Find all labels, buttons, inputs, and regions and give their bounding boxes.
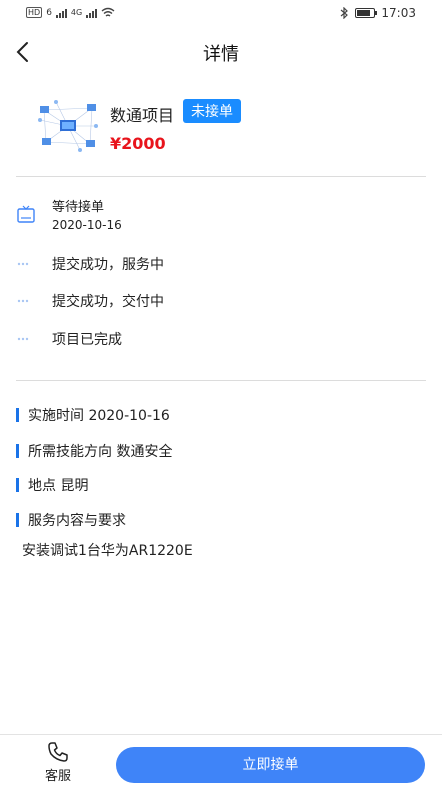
sim-indicator: 6 — [46, 7, 52, 18]
detail-row-text: 实施时间 2020-10-16 — [28, 405, 170, 425]
product-summary: 数通项目 未接单 ¥2000 — [36, 96, 416, 162]
phone-icon — [48, 742, 68, 762]
detail-label: 实施时间 — [28, 408, 84, 424]
service-description: 安装调试1台华为AR1220E — [22, 543, 193, 559]
monitor-icon — [17, 205, 35, 223]
detail-value: 2020-10-16 — [88, 408, 170, 424]
timeline-step-label: 提交成功，交付中 — [52, 294, 164, 310]
customer-service-button[interactable]: 客服 — [38, 739, 78, 789]
clock: 17:03 — [381, 6, 416, 20]
timeline-step-label: 提交成功，服务中 — [52, 257, 164, 273]
divider — [16, 380, 426, 381]
dots-icon — [17, 299, 29, 303]
status-indicators: HD 6 4G — [26, 7, 115, 18]
detail-location: 地点 昆明 — [16, 474, 416, 496]
detail-label: 所需技能方向 — [28, 444, 112, 460]
timeline-current-title: 等待接单 — [52, 200, 105, 215]
detail-content: 服务内容与要求 — [16, 509, 416, 531]
accept-order-button[interactable]: 立即接单 — [116, 747, 425, 783]
header: 详情 — [0, 28, 442, 76]
detail-implementation-time: 实施时间 2020-10-16 — [16, 404, 416, 426]
timeline-current-date: 2020-10-16 — [52, 218, 122, 232]
section-marker — [16, 513, 19, 527]
bluetooth-icon — [341, 7, 349, 19]
timeline-step-label: 项目已完成 — [52, 332, 122, 348]
detail-label: 服务内容与要求 — [28, 513, 126, 529]
network-diagram-thumbnail — [36, 96, 100, 152]
detail-value: 数通安全 — [116, 444, 173, 460]
dots-icon — [17, 262, 29, 266]
customer-service-label: 客服 — [44, 769, 71, 784]
signal-icon-2 — [86, 8, 98, 18]
page-title: 详情 — [203, 44, 239, 65]
detail-skill: 所需技能方向 数通安全 — [16, 440, 416, 462]
detail-row-text: 地点 昆明 — [28, 475, 88, 495]
price: ¥2000 — [110, 134, 166, 153]
battery-level — [357, 10, 371, 16]
bottom-action-bar: 客服 立即接单 — [0, 734, 442, 792]
detail-label: 地点 — [28, 478, 56, 494]
network-type-indicator: 4G — [70, 8, 83, 17]
battery-icon — [355, 8, 378, 18]
section-marker — [16, 408, 19, 422]
section-marker — [16, 478, 19, 492]
dots-icon — [17, 337, 29, 341]
detail-value: 昆明 — [60, 478, 89, 494]
status-bar: HD 6 4G 17:03 — [0, 0, 442, 28]
wifi-icon — [101, 7, 115, 17]
hd-indicator: HD — [26, 7, 43, 18]
section-marker — [16, 444, 19, 458]
divider — [16, 176, 426, 177]
status-right: 17:03 — [340, 6, 416, 20]
product-name: 数通项目 — [110, 106, 175, 125]
detail-row-text: 所需技能方向 数通安全 — [28, 441, 172, 461]
signal-icon — [55, 8, 67, 18]
status-badge: 未接单 — [183, 99, 241, 123]
